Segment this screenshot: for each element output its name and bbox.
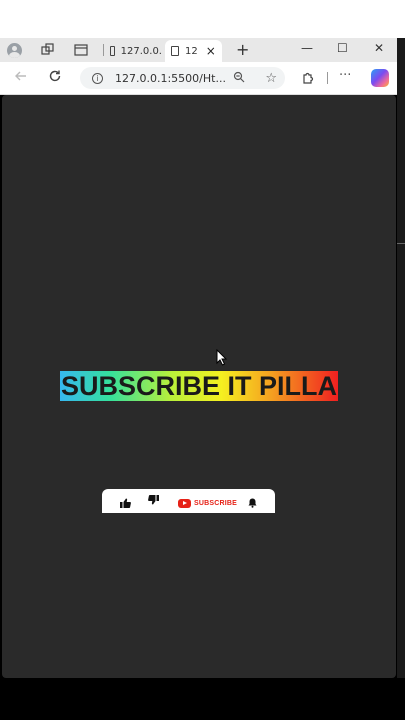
document-icon bbox=[171, 46, 179, 56]
tab-2-active[interactable]: 12 × bbox=[165, 40, 222, 62]
thumbs-up-icon bbox=[120, 498, 131, 508]
thumbs-down-icon bbox=[148, 495, 159, 505]
tab-actions-icon[interactable] bbox=[73, 42, 89, 58]
subscribe-label: SUBSCRIBE bbox=[194, 500, 238, 507]
mouse-cursor-icon bbox=[216, 348, 228, 370]
top-blank-area bbox=[0, 0, 405, 38]
screen: 127.0.0. 12 × + — ☐ ✕ i 127.0.0.1:5500/H… bbox=[0, 0, 405, 720]
close-window-button[interactable]: ✕ bbox=[374, 41, 384, 55]
subscribe-headline: SUBSCRIBE IT PILLA bbox=[60, 371, 338, 401]
tab-bar: 127.0.0. 12 × + — ☐ ✕ bbox=[0, 38, 397, 62]
close-tab-icon[interactable]: × bbox=[206, 44, 216, 58]
zoom-out-icon[interactable] bbox=[233, 71, 245, 86]
favorite-star-icon[interactable]: ☆ bbox=[265, 71, 277, 86]
bell-icon bbox=[248, 498, 257, 508]
youtube-logo-icon bbox=[178, 499, 191, 508]
extensions-icon[interactable] bbox=[301, 70, 315, 88]
minimize-button[interactable]: — bbox=[301, 41, 313, 55]
refresh-icon[interactable] bbox=[48, 69, 62, 87]
maximize-button[interactable]: ☐ bbox=[337, 41, 348, 55]
new-tab-button[interactable]: + bbox=[236, 40, 249, 59]
workspaces-icon[interactable] bbox=[40, 42, 56, 58]
site-info-icon[interactable]: i bbox=[92, 72, 103, 84]
copilot-icon[interactable] bbox=[371, 69, 389, 87]
address-toolbar: i 127.0.0.1:5500/Ht... ☆ ··· bbox=[0, 62, 397, 95]
like-button[interactable] bbox=[120, 498, 131, 508]
address-bar[interactable]: i 127.0.0.1:5500/Ht... ☆ bbox=[80, 67, 285, 89]
tab-1-label: 127.0.0. bbox=[120, 45, 162, 57]
subscribe-button[interactable]: SUBSCRIBE bbox=[178, 499, 237, 508]
dislike-button[interactable] bbox=[148, 495, 159, 505]
right-edge-scroll-area bbox=[397, 38, 405, 678]
bell-button[interactable] bbox=[248, 498, 257, 508]
document-icon bbox=[110, 46, 115, 56]
tab-separator bbox=[103, 44, 104, 56]
bottom-blank-area bbox=[0, 680, 405, 720]
url-text: 127.0.0.1:5500/Ht... bbox=[115, 71, 226, 85]
profile-icon[interactable] bbox=[6, 42, 22, 58]
tab-1[interactable]: 127.0.0. bbox=[110, 40, 162, 62]
tab-2-label: 12 bbox=[185, 45, 198, 57]
page-viewport: SUBSCRIBE IT PILLA SUBSCRIBE bbox=[2, 95, 396, 678]
subscribe-bar: SUBSCRIBE bbox=[102, 489, 275, 513]
toolbar-separator bbox=[327, 72, 328, 84]
back-arrow-icon[interactable] bbox=[14, 69, 28, 87]
menu-more-icon[interactable]: ··· bbox=[339, 68, 351, 83]
